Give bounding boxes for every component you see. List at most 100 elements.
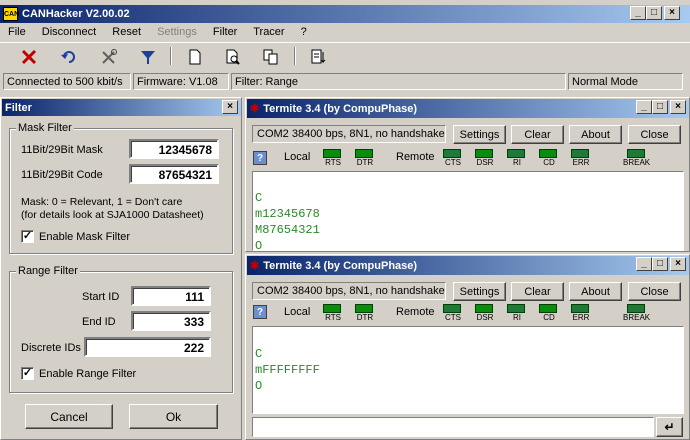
menu-settings[interactable]: Settings: [157, 26, 197, 38]
termite-1-maximize-button[interactable]: □: [652, 100, 668, 114]
mask-filter-group-label: Mask Filter: [16, 122, 74, 134]
new-document-icon[interactable]: [186, 48, 204, 66]
cd-label: CD: [543, 313, 555, 322]
termite-1-clear-button[interactable]: Clear: [511, 125, 564, 144]
termite-2-settings-button[interactable]: Settings: [453, 282, 506, 301]
termite-2-help-icon[interactable]: ?: [253, 305, 267, 319]
menu-bar: File Disconnect Reset Settings Filter Tr…: [8, 26, 320, 42]
mask-note-line-2: (for details look at SJA1000 Datasheet): [21, 209, 204, 221]
minimize-button[interactable]: _: [630, 6, 646, 20]
termite-1-about-button[interactable]: About: [569, 125, 622, 144]
ri-label: RI: [513, 313, 521, 322]
termite-1-close-button[interactable]: ×: [670, 100, 686, 114]
termite-1-output[interactable]: C m12345678 M87654321 O: [252, 171, 684, 253]
termite-2-clear-button[interactable]: Clear: [511, 282, 564, 301]
termite-2-close-button[interactable]: ×: [670, 257, 686, 271]
termite-1-minimize-button[interactable]: _: [636, 100, 652, 114]
termite-1-help-icon[interactable]: ?: [253, 151, 267, 165]
menu-help[interactable]: ?: [301, 26, 307, 38]
cts-label: CTS: [445, 313, 461, 322]
termite-2-cd-led: CD: [539, 304, 559, 322]
copy-icon[interactable]: [262, 48, 280, 66]
termite-2-line: C: [255, 347, 263, 361]
termite-1-settings-button[interactable]: Settings: [453, 125, 506, 144]
start-id-input[interactable]: 111: [131, 286, 211, 306]
filter-panel-close-button[interactable]: ×: [222, 100, 238, 114]
termite-2-maximize-button[interactable]: □: [652, 257, 668, 271]
termite-2-close-text-button[interactable]: Close: [628, 282, 681, 301]
rts-label: RTS: [325, 313, 341, 322]
termite-1-title-bar[interactable]: ✱ Termite 3.4 (by CompuPhase) _ □ ×: [247, 99, 689, 118]
termite-2-local-label: Local: [284, 306, 311, 318]
menu-tracer[interactable]: Tracer: [253, 26, 284, 38]
filter-panel-title-bar[interactable]: Filter ×: [2, 99, 241, 116]
termite-2-minimize-button[interactable]: _: [636, 257, 652, 271]
enable-range-filter-label[interactable]: Enable Range Filter: [39, 368, 136, 380]
menu-reset[interactable]: Reset: [112, 26, 141, 38]
discrete-ids-input[interactable]: 222: [84, 337, 211, 357]
range-filter-group: Range Filter Start ID 111 End ID 333 Dis…: [9, 265, 233, 393]
mask-filter-group: Mask Filter 11Bit/29Bit Mask 12345678 11…: [9, 122, 233, 254]
close-button[interactable]: ×: [664, 6, 680, 20]
disconnect-icon[interactable]: [20, 48, 38, 66]
filter-icon[interactable]: [139, 48, 157, 66]
menu-file[interactable]: File: [8, 26, 26, 38]
termite-1-cd-led: CD: [539, 149, 559, 167]
cd-label: CD: [543, 158, 555, 167]
mask-note-line-1: Mask: 0 = Relevant, 1 = Don't care: [21, 196, 183, 208]
termite-2-line: mFFFFFFFF: [255, 363, 320, 377]
break-label: BREAK: [623, 313, 651, 322]
cancel-button[interactable]: Cancel: [25, 404, 113, 429]
mask-label: 11Bit/29Bit Mask: [21, 144, 103, 156]
break-label: BREAK: [623, 158, 651, 167]
termite-2-break-led: BREAK: [623, 304, 651, 322]
status-connection: Connected to 500 kbit/s: [3, 73, 131, 90]
termite-window-2: ✱ Termite 3.4 (by CompuPhase) _ □ × COM2…: [245, 254, 690, 440]
termite-2-send-button[interactable]: ↵: [656, 417, 683, 437]
filter-panel: Filter × Mask Filter 11Bit/29Bit Mask 12…: [0, 97, 242, 440]
termite-2-rts-led: RTS: [323, 304, 343, 322]
termite-1-title: Termite 3.4 (by CompuPhase): [263, 102, 418, 115]
status-mode: Normal Mode: [568, 73, 683, 90]
err-label: ERR: [572, 313, 590, 322]
enable-range-filter-checkbox[interactable]: ✓: [21, 367, 34, 380]
termite-2-dsr-led: DSR: [475, 304, 495, 322]
code-input[interactable]: 87654321: [129, 164, 219, 184]
termite-1-break-led: BREAK: [623, 149, 651, 167]
maximize-button[interactable]: □: [646, 6, 662, 20]
menu-filter[interactable]: Filter: [213, 26, 237, 38]
termite-2-title-bar[interactable]: ✱ Termite 3.4 (by CompuPhase) _ □ ×: [247, 256, 689, 275]
settings-tools-icon[interactable]: [100, 48, 118, 66]
termite-2-send-input[interactable]: [252, 417, 654, 437]
status-filter: Filter: Range: [231, 73, 566, 90]
termite-2-about-button[interactable]: About: [569, 282, 622, 301]
reset-icon[interactable]: [60, 48, 78, 66]
menu-disconnect[interactable]: Disconnect: [42, 26, 96, 38]
enable-mask-filter-label[interactable]: Enable Mask Filter: [39, 231, 130, 243]
main-title-bar[interactable]: CAN CANHacker V2.00.02 _ □ ×: [0, 5, 690, 23]
termite-2-cts-led: CTS: [443, 304, 463, 322]
print-preview-icon[interactable]: [224, 48, 242, 66]
end-id-input[interactable]: 333: [131, 311, 211, 331]
termite-2-output[interactable]: C mFFFFFFFF O: [252, 326, 684, 414]
termite-2-line: O: [255, 379, 263, 393]
dtr-label: DTR: [356, 158, 374, 167]
app-title: CANHacker V2.00.02: [22, 8, 130, 20]
termite-1-err-led: ERR: [571, 149, 591, 167]
mask-input[interactable]: 12345678: [129, 139, 219, 159]
toolbar-separator: [170, 47, 172, 65]
toolbar: [0, 42, 690, 68]
dsr-label: DSR: [476, 158, 494, 167]
filter-panel-title: Filter: [5, 101, 32, 114]
rts-label: RTS: [325, 158, 341, 167]
termite-bug-icon: ✱: [250, 103, 260, 115]
dtr-label: DTR: [356, 313, 374, 322]
termite-1-close-text-button[interactable]: Close: [628, 125, 681, 144]
termite-window-1: ✱ Termite 3.4 (by CompuPhase) _ □ × COM2…: [245, 97, 690, 253]
ok-button[interactable]: Ok: [129, 404, 218, 429]
enable-mask-filter-checkbox[interactable]: ✓: [21, 230, 34, 243]
export-list-icon[interactable]: [310, 48, 328, 66]
err-label: ERR: [572, 158, 590, 167]
range-filter-group-label: Range Filter: [16, 265, 80, 277]
toolbar-separator: [294, 47, 296, 65]
